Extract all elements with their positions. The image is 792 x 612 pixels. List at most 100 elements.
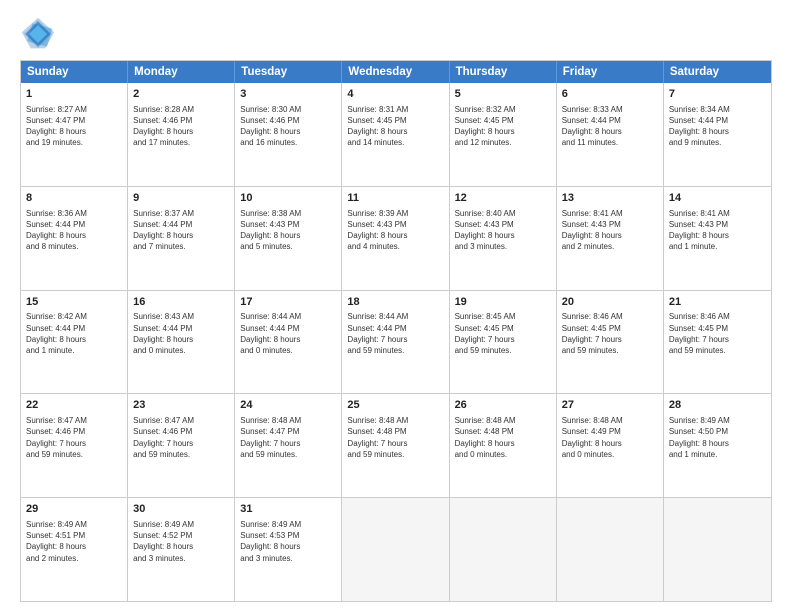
cell-text: Sunrise: 8:32 AMSunset: 4:45 PMDaylight:…	[455, 104, 551, 149]
day-number: 7	[669, 87, 766, 102]
day-number: 28	[669, 398, 766, 413]
day-number: 25	[347, 398, 443, 413]
logo-icon	[20, 16, 56, 52]
cell-text: Sunrise: 8:48 AMSunset: 4:48 PMDaylight:…	[455, 415, 551, 460]
cell-text: Sunrise: 8:49 AMSunset: 4:50 PMDaylight:…	[669, 415, 766, 460]
cell-text: Sunrise: 8:36 AMSunset: 4:44 PMDaylight:…	[26, 208, 122, 253]
cell-text: Sunrise: 8:38 AMSunset: 4:43 PMDaylight:…	[240, 208, 336, 253]
cal-cell: 23 Sunrise: 8:47 AMSunset: 4:46 PMDayligh…	[128, 394, 235, 497]
cell-text: Sunrise: 8:47 AMSunset: 4:46 PMDaylight:…	[26, 415, 122, 460]
cell-text: Sunrise: 8:44 AMSunset: 4:44 PMDaylight:…	[240, 311, 336, 356]
week-row-3: 15Sunrise: 8:42 AMSunset: 4:44 PMDayligh…	[21, 290, 771, 394]
cal-cell: 15Sunrise: 8:42 AMSunset: 4:44 PMDayligh…	[21, 291, 128, 394]
day-number: 5	[455, 87, 551, 102]
cell-text: Sunrise: 8:44 AMSunset: 4:44 PMDaylight:…	[347, 311, 443, 356]
cell-text: Sunrise: 8:48 AMSunset: 4:48 PMDaylight:…	[347, 415, 443, 460]
cal-cell: 17Sunrise: 8:44 AMSunset: 4:44 PMDayligh…	[235, 291, 342, 394]
page: SundayMondayTuesdayWednesdayThursdayFrid…	[0, 0, 792, 612]
day-of-week-tuesday: Tuesday	[235, 61, 342, 83]
day-of-week-monday: Monday	[128, 61, 235, 83]
cell-text: Sunrise: 8:47 AMSunset: 4:46 PMDaylight:…	[133, 415, 229, 460]
day-number: 29	[26, 502, 122, 517]
cal-cell	[557, 498, 664, 601]
day-of-week-sunday: Sunday	[21, 61, 128, 83]
day-number: 8	[26, 191, 122, 206]
cal-cell: 8 Sunrise: 8:36 AMSunset: 4:44 PMDaylight…	[21, 187, 128, 290]
cal-cell: 14 Sunrise: 8:41 AMSunset: 4:43 PMDayligh…	[664, 187, 771, 290]
cal-cell	[342, 498, 449, 601]
week-row-5: 29Sunrise: 8:49 AMSunset: 4:51 PMDayligh…	[21, 497, 771, 601]
cal-cell: 22 Sunrise: 8:47 AMSunset: 4:46 PMDayligh…	[21, 394, 128, 497]
day-number: 17	[240, 295, 336, 310]
day-number: 11	[347, 191, 443, 206]
day-number: 23	[133, 398, 229, 413]
day-number: 4	[347, 87, 443, 102]
day-number: 22	[26, 398, 122, 413]
day-number: 20	[562, 295, 658, 310]
day-number: 1	[26, 87, 122, 102]
day-number: 2	[133, 87, 229, 102]
day-number: 6	[562, 87, 658, 102]
day-number: 30	[133, 502, 229, 517]
cal-cell: 1 Sunrise: 8:27 AMSunset: 4:47 PMDaylight…	[21, 83, 128, 186]
cell-text: Sunrise: 8:48 AMSunset: 4:47 PMDaylight:…	[240, 415, 336, 460]
cell-text: Sunrise: 8:31 AMSunset: 4:45 PMDaylight:…	[347, 104, 443, 149]
cal-cell: 9 Sunrise: 8:37 AMSunset: 4:44 PMDaylight…	[128, 187, 235, 290]
day-number: 10	[240, 191, 336, 206]
day-of-week-wednesday: Wednesday	[342, 61, 449, 83]
cell-text: Sunrise: 8:39 AMSunset: 4:43 PMDaylight:…	[347, 208, 443, 253]
day-number: 27	[562, 398, 658, 413]
cal-cell: 4 Sunrise: 8:31 AMSunset: 4:45 PMDaylight…	[342, 83, 449, 186]
cell-text: Sunrise: 8:40 AMSunset: 4:43 PMDaylight:…	[455, 208, 551, 253]
cell-text: Sunrise: 8:30 AMSunset: 4:46 PMDaylight:…	[240, 104, 336, 149]
cell-text: Sunrise: 8:46 AMSunset: 4:45 PMDaylight:…	[562, 311, 658, 356]
day-number: 3	[240, 87, 336, 102]
cal-cell: 18Sunrise: 8:44 AMSunset: 4:44 PMDayligh…	[342, 291, 449, 394]
cal-cell: 26Sunrise: 8:48 AMSunset: 4:48 PMDayligh…	[450, 394, 557, 497]
day-number: 21	[669, 295, 766, 310]
day-number: 9	[133, 191, 229, 206]
cal-cell: 30 Sunrise: 8:49 AMSunset: 4:52 PMDayligh…	[128, 498, 235, 601]
day-number: 19	[455, 295, 551, 310]
cell-text: Sunrise: 8:33 AMSunset: 4:44 PMDaylight:…	[562, 104, 658, 149]
cal-cell: 16Sunrise: 8:43 AMSunset: 4:44 PMDayligh…	[128, 291, 235, 394]
cell-text: Sunrise: 8:49 AMSunset: 4:52 PMDaylight:…	[133, 519, 229, 564]
day-number: 24	[240, 398, 336, 413]
cal-cell: 13 Sunrise: 8:41 AMSunset: 4:43 PMDayligh…	[557, 187, 664, 290]
cell-text: Sunrise: 8:27 AMSunset: 4:47 PMDaylight:…	[26, 104, 122, 149]
cell-text: Sunrise: 8:49 AMSunset: 4:53 PMDaylight:…	[240, 519, 336, 564]
calendar-body: 1 Sunrise: 8:27 AMSunset: 4:47 PMDaylight…	[21, 83, 771, 601]
cal-cell: 11 Sunrise: 8:39 AMSunset: 4:43 PMDayligh…	[342, 187, 449, 290]
day-of-week-thursday: Thursday	[450, 61, 557, 83]
cal-cell	[664, 498, 771, 601]
header	[20, 16, 772, 52]
cal-cell: 5 Sunrise: 8:32 AMSunset: 4:45 PMDaylight…	[450, 83, 557, 186]
cell-text: Sunrise: 8:41 AMSunset: 4:43 PMDaylight:…	[669, 208, 766, 253]
week-row-2: 8 Sunrise: 8:36 AMSunset: 4:44 PMDaylight…	[21, 186, 771, 290]
cal-cell: 24 Sunrise: 8:48 AMSunset: 4:47 PMDayligh…	[235, 394, 342, 497]
cal-cell: 20Sunrise: 8:46 AMSunset: 4:45 PMDayligh…	[557, 291, 664, 394]
cell-text: Sunrise: 8:41 AMSunset: 4:43 PMDaylight:…	[562, 208, 658, 253]
week-row-1: 1 Sunrise: 8:27 AMSunset: 4:47 PMDaylight…	[21, 83, 771, 186]
day-number: 18	[347, 295, 443, 310]
day-number: 14	[669, 191, 766, 206]
cal-cell: 19Sunrise: 8:45 AMSunset: 4:45 PMDayligh…	[450, 291, 557, 394]
day-number: 31	[240, 502, 336, 517]
cell-text: Sunrise: 8:28 AMSunset: 4:46 PMDaylight:…	[133, 104, 229, 149]
logo	[20, 16, 62, 52]
cell-text: Sunrise: 8:48 AMSunset: 4:49 PMDaylight:…	[562, 415, 658, 460]
cal-cell: 12 Sunrise: 8:40 AMSunset: 4:43 PMDayligh…	[450, 187, 557, 290]
cal-cell: 25 Sunrise: 8:48 AMSunset: 4:48 PMDayligh…	[342, 394, 449, 497]
cal-cell: 31 Sunrise: 8:49 AMSunset: 4:53 PMDayligh…	[235, 498, 342, 601]
cell-text: Sunrise: 8:37 AMSunset: 4:44 PMDaylight:…	[133, 208, 229, 253]
cal-cell: 28 Sunrise: 8:49 AMSunset: 4:50 PMDayligh…	[664, 394, 771, 497]
cell-text: Sunrise: 8:34 AMSunset: 4:44 PMDaylight:…	[669, 104, 766, 149]
cal-cell: 6 Sunrise: 8:33 AMSunset: 4:44 PMDaylight…	[557, 83, 664, 186]
cal-cell: 3 Sunrise: 8:30 AMSunset: 4:46 PMDaylight…	[235, 83, 342, 186]
cal-cell: 2 Sunrise: 8:28 AMSunset: 4:46 PMDaylight…	[128, 83, 235, 186]
day-number: 16	[133, 295, 229, 310]
day-number: 12	[455, 191, 551, 206]
cell-text: Sunrise: 8:43 AMSunset: 4:44 PMDaylight:…	[133, 311, 229, 356]
day-number: 13	[562, 191, 658, 206]
cal-cell: 27 Sunrise: 8:48 AMSunset: 4:49 PMDayligh…	[557, 394, 664, 497]
